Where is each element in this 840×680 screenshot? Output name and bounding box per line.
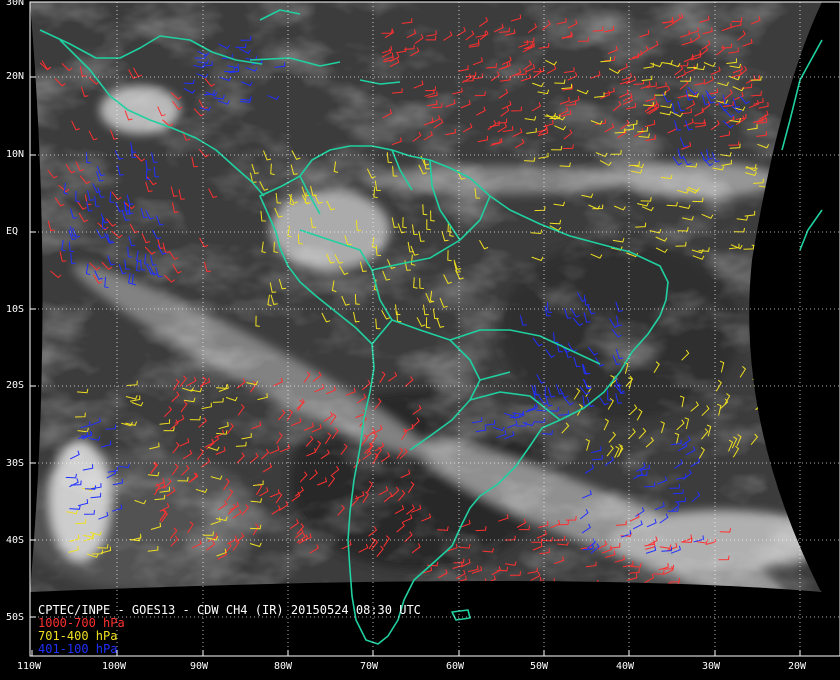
wind-barb bbox=[564, 582, 575, 590]
lon-label-30w: 30W bbox=[702, 661, 721, 672]
lat-label-20n: 20N bbox=[6, 71, 25, 82]
wind-barb bbox=[752, 369, 761, 381]
lon-label-90w: 90W bbox=[190, 661, 209, 672]
wind-barb bbox=[572, 582, 583, 590]
lon-label-80w: 80W bbox=[274, 661, 293, 672]
lat-label-40s: 40S bbox=[6, 535, 25, 546]
lat-label-30n: 30N bbox=[6, 0, 25, 8]
lon-label-20w: 20W bbox=[788, 661, 807, 672]
lat-label-50s: 50S bbox=[6, 612, 25, 623]
lon-label-50w: 50W bbox=[530, 661, 549, 672]
satellite-image bbox=[30, 2, 822, 592]
wind-barb bbox=[508, 582, 520, 587]
wind-barb bbox=[753, 374, 762, 387]
satellite-map bbox=[29, 1, 840, 657]
lat-label-20s: 20S bbox=[6, 380, 25, 391]
lon-label-40w: 40W bbox=[616, 661, 635, 672]
lat-label-10n: 10N bbox=[6, 149, 25, 160]
lat-label-30s: 30S bbox=[6, 458, 25, 469]
lon-label-60w: 60W bbox=[446, 661, 465, 672]
lon-label-100w: 100W bbox=[102, 661, 127, 672]
lon-label-110w: 110W bbox=[17, 661, 42, 672]
legend-high-level: 401-100 hPa bbox=[38, 642, 118, 656]
wind-barb bbox=[758, 359, 765, 372]
lat-label-eq: EQ bbox=[6, 226, 19, 237]
lat-label-10s: 10S bbox=[6, 304, 25, 315]
lon-label-70w: 70W bbox=[360, 661, 379, 672]
